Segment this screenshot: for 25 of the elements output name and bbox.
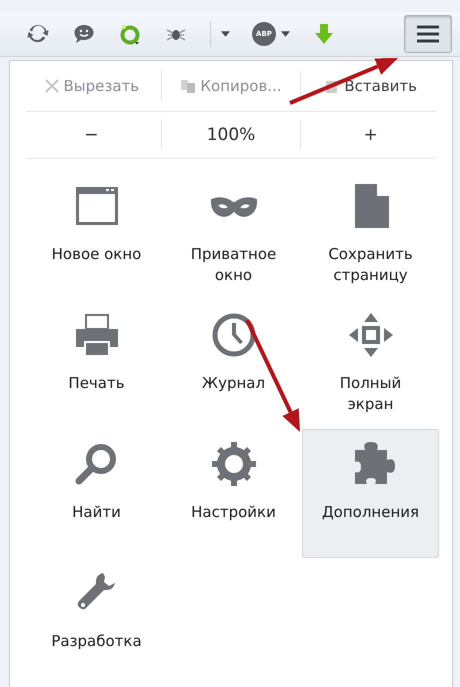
chat-icon[interactable] [72,22,96,46]
menu-item[interactable]: Дополнения [302,429,439,558]
zoom-reset-button[interactable]: 100% [162,121,300,149]
menu-item[interactable]: Печать [28,300,165,429]
menu-button[interactable] [404,15,452,53]
mask-icon [210,194,258,218]
menu-item[interactable]: Полный экран [302,300,439,429]
menu-item[interactable]: Новое окно [28,171,165,300]
menu-item[interactable]: Журнал [165,300,302,429]
scissors-icon [44,78,60,94]
caret-icon[interactable] [281,31,290,37]
menu-item[interactable]: Найти [28,429,165,558]
menu-item[interactable]: Сохранить страницу [302,171,439,300]
settings-icon [210,440,258,488]
zoom-out-button[interactable]: − [22,121,161,149]
fullscreen-icon [346,311,394,359]
menu-item[interactable]: Настройки [165,429,302,558]
menu-item[interactable]: Приватное окно [165,171,302,300]
copy-icon [180,78,196,94]
clock-icon [210,311,258,359]
menu-item[interactable]: Разработка [28,558,165,687]
caret-icon[interactable] [221,31,230,37]
menu-icon [416,25,440,43]
zoom-in-button[interactable]: + [301,121,440,149]
paste-button[interactable]: Вставить [301,73,440,99]
